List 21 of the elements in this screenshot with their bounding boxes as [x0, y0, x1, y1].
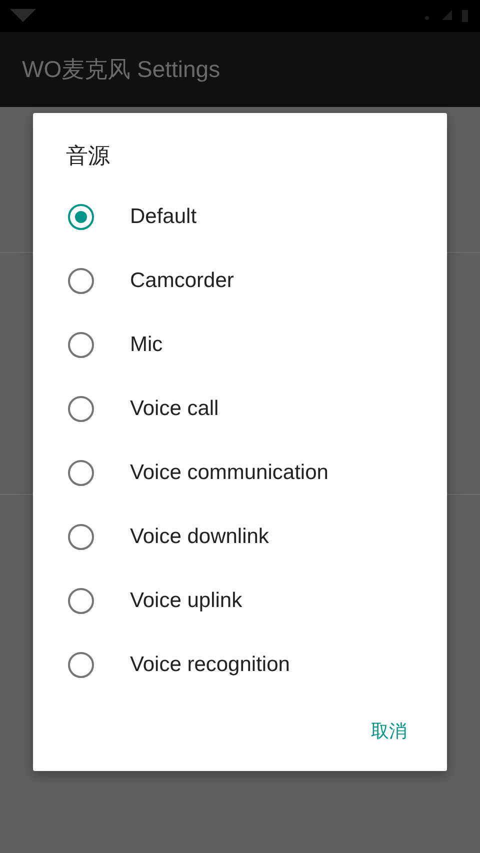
radio-button[interactable]: [68, 588, 94, 614]
radio-button[interactable]: [68, 204, 94, 230]
radio-option[interactable]: Default: [33, 185, 447, 249]
radio-button[interactable]: [68, 268, 94, 294]
radio-option[interactable]: Voice communication: [33, 441, 447, 505]
radio-option[interactable]: Voice uplink: [33, 569, 447, 633]
notification-icon: [10, 9, 36, 23]
radio-button[interactable]: [68, 332, 94, 358]
dialog-title: 音源: [65, 143, 111, 171]
status-icons: [422, 8, 470, 24]
radio-option[interactable]: Camcorder: [33, 249, 447, 313]
radio-button[interactable]: [68, 524, 94, 550]
cancel-button[interactable]: 取消: [355, 711, 423, 751]
radio-option[interactable]: Voice call: [33, 377, 447, 441]
radio-button[interactable]: [68, 460, 94, 486]
radio-button[interactable]: [68, 652, 94, 678]
radio-option[interactable]: Mic: [33, 313, 447, 377]
radio-option[interactable]: Voice recognition: [33, 633, 447, 697]
radio-option[interactable]: Voice downlink: [33, 505, 447, 569]
app-title: WO麦克风 Settings: [22, 55, 220, 84]
radio-button[interactable]: [68, 396, 94, 422]
